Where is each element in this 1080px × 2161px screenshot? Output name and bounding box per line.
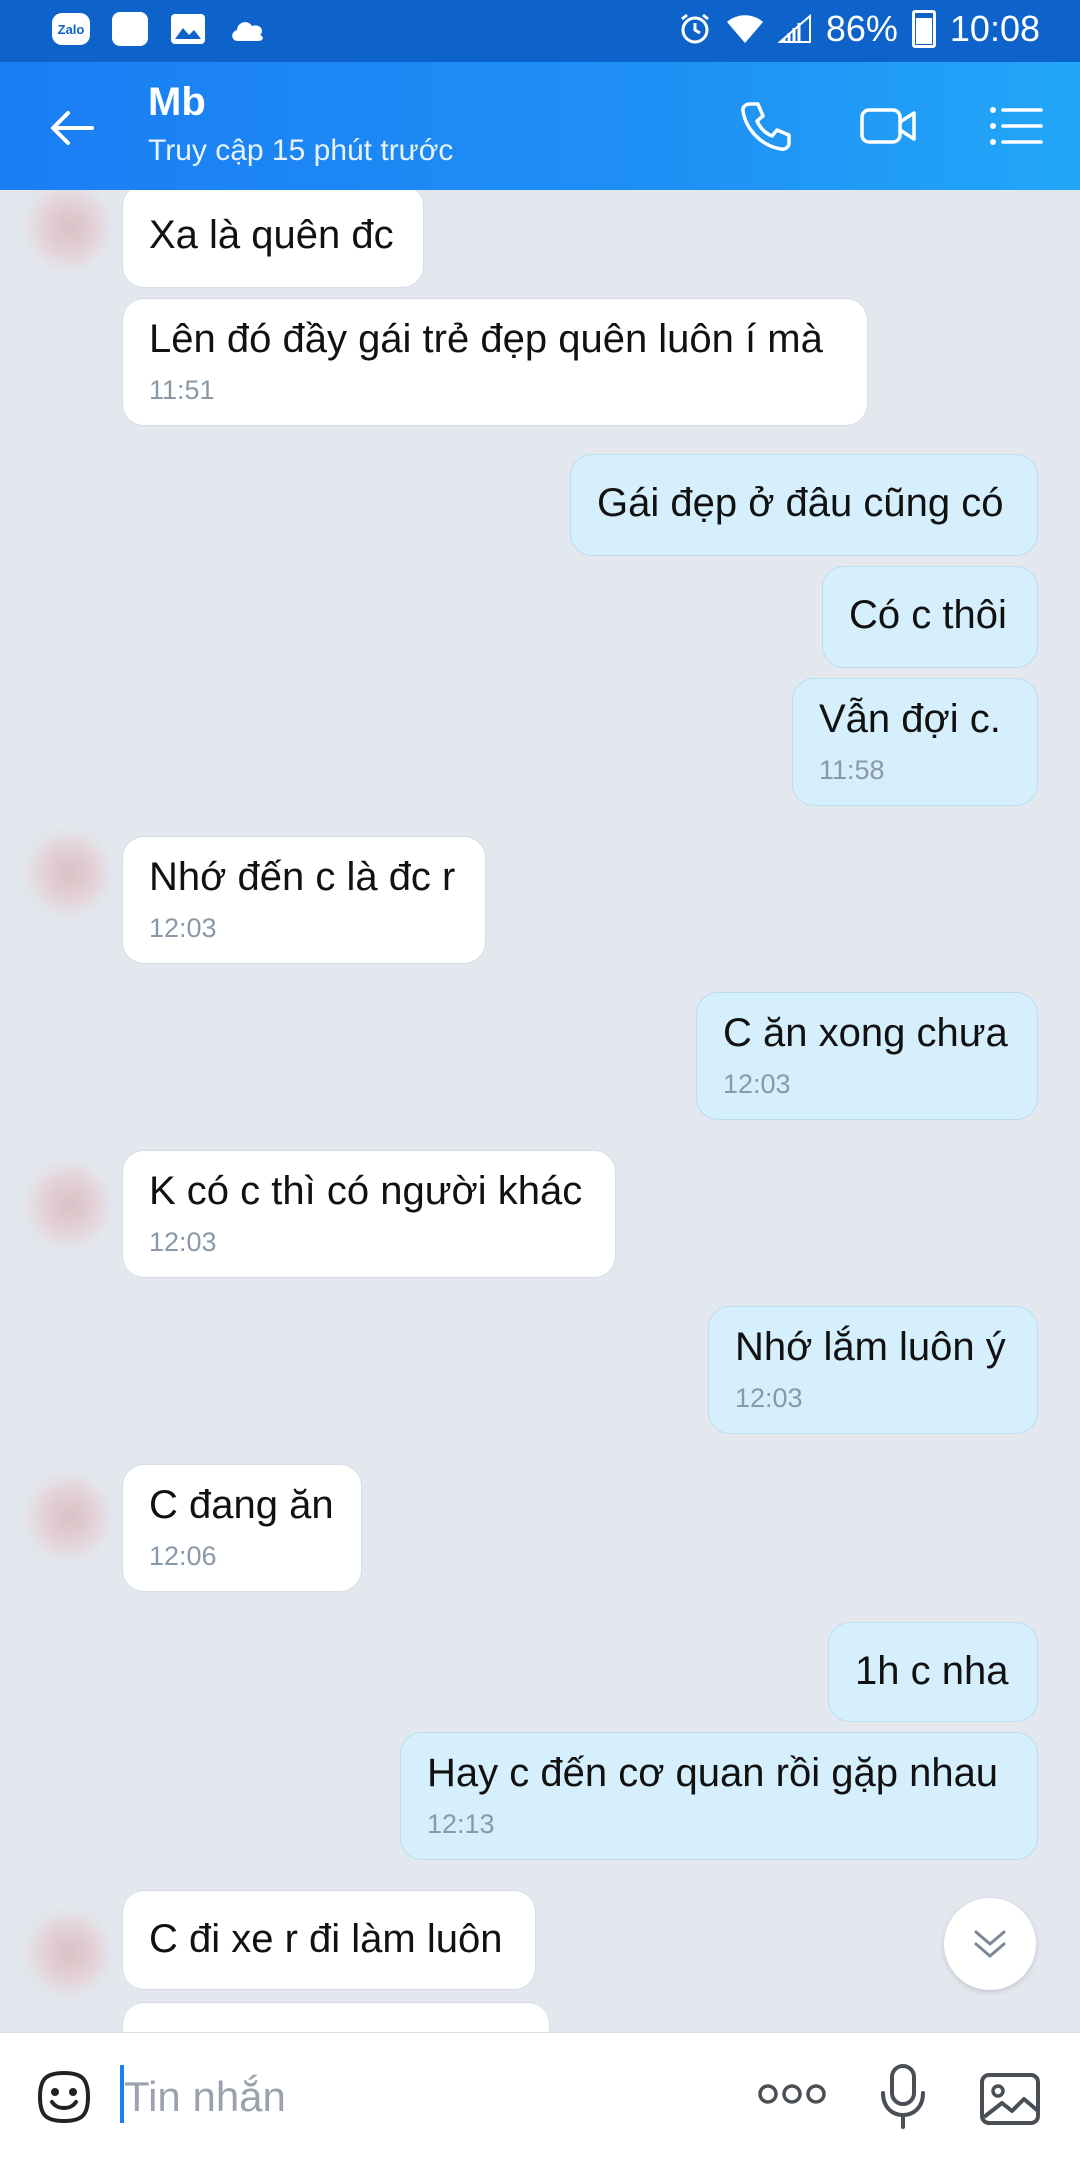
image-gallery-icon[interactable] bbox=[978, 2067, 1044, 2129]
message-bubble[interactable]: Gái đẹp ở đâu cũng có bbox=[570, 454, 1038, 556]
gallery-notification-icon bbox=[171, 14, 205, 44]
message-bubble[interactable]: Có c thôi bbox=[822, 566, 1038, 668]
message-input[interactable]: Tin nhắn bbox=[124, 2073, 286, 2121]
message-text: C đi xe r đi làm luôn bbox=[149, 1917, 503, 1961]
app-notification-icon bbox=[112, 12, 148, 46]
phone-icon[interactable] bbox=[736, 96, 796, 156]
message-bubble[interactable]: Vẫn đợi c. 11:58 bbox=[792, 678, 1038, 806]
message-text: Xa là quên đc bbox=[149, 213, 394, 257]
zalo-notification-icon: Zalo bbox=[52, 13, 90, 45]
arrow-left-icon[interactable] bbox=[46, 102, 98, 154]
message-time: 11:51 bbox=[149, 375, 215, 405]
chevron-double-down-icon bbox=[974, 1930, 1006, 1958]
message-bubble[interactable]: C đi xe r đi làm luôn bbox=[122, 1890, 536, 1990]
message-text: Nhớ đến c là đc r bbox=[149, 855, 456, 899]
contact-avatar[interactable] bbox=[22, 1910, 108, 1996]
message-bubble[interactable]: C ăn xong chưa 12:03 bbox=[696, 992, 1038, 1120]
message-bubble[interactable]: Nhớ lắm luôn ý 12:03 bbox=[708, 1306, 1038, 1434]
message-time: 12:13 bbox=[427, 1809, 495, 1839]
cloud-notification-icon bbox=[232, 22, 263, 41]
microphone-icon[interactable] bbox=[876, 2063, 930, 2131]
message-text: Nhớ lắm luôn ý bbox=[735, 1325, 1006, 1369]
contact-name[interactable]: Mb bbox=[148, 80, 206, 125]
contact-avatar[interactable] bbox=[22, 830, 108, 916]
message-text: 1h c nha bbox=[855, 1649, 1009, 1693]
message-time: 11:58 bbox=[819, 755, 885, 785]
message-bubble[interactable]: Xa là quên đc bbox=[122, 190, 424, 288]
message-text: Lên đó đầy gái trẻ đẹp quên luôn í mà bbox=[149, 317, 823, 361]
message-time: 12:03 bbox=[149, 1227, 217, 1257]
composer-bar: Tin nhắn bbox=[0, 2032, 1080, 2161]
message-bubble[interactable]: Lên đó đầy gái trẻ đẹp quên luôn í mà 11… bbox=[122, 298, 868, 426]
alarm-icon bbox=[680, 13, 709, 44]
status-bar: Zalo 86% 10:08 bbox=[0, 0, 1080, 62]
contact-avatar[interactable] bbox=[22, 190, 108, 270]
contact-avatar[interactable] bbox=[22, 1162, 108, 1248]
message-text: Có c thôi bbox=[849, 593, 1007, 637]
message-time: 12:03 bbox=[723, 1069, 791, 1099]
more-dots-icon[interactable] bbox=[756, 2079, 828, 2109]
message-bubble-partial[interactable] bbox=[122, 2002, 550, 2032]
battery-percentage: 86% bbox=[825, 8, 898, 49]
message-text: C đang ăn bbox=[149, 1483, 334, 1527]
message-text: K có c thì có người khác bbox=[149, 1169, 583, 1213]
contact-avatar[interactable] bbox=[22, 1474, 108, 1560]
message-bubble[interactable]: 1h c nha bbox=[828, 1622, 1038, 1722]
message-text: Hay c đến cơ quan rồi gặp nhau bbox=[427, 1751, 999, 1795]
message-text: Vẫn đợi c. bbox=[819, 697, 1001, 741]
message-time: 12:03 bbox=[735, 1383, 803, 1413]
video-camera-icon[interactable] bbox=[858, 96, 918, 156]
battery-icon bbox=[911, 10, 936, 48]
message-text: C ăn xong chưa bbox=[723, 1011, 1008, 1055]
scroll-to-bottom-button[interactable] bbox=[944, 1898, 1036, 1990]
message-bubble[interactable]: Hay c đến cơ quan rồi gặp nhau 12:13 bbox=[400, 1732, 1038, 1860]
wifi-icon bbox=[726, 15, 763, 43]
signal-icon bbox=[777, 14, 811, 43]
list-menu-icon[interactable] bbox=[986, 96, 1046, 156]
message-list[interactable]: Xa là quên đc Lên đó đầy gái trẻ đẹp quê… bbox=[0, 190, 1080, 2032]
chat-header: Mb Truy cập 15 phút trước bbox=[0, 62, 1080, 190]
message-text: Gái đẹp ở đâu cũng có bbox=[597, 481, 1004, 525]
clock: 10:08 bbox=[949, 8, 1040, 49]
message-time: 12:06 bbox=[149, 1541, 217, 1571]
message-bubble[interactable]: C đang ăn 12:06 bbox=[122, 1464, 362, 1592]
message-bubble[interactable]: Nhớ đến c là đc r 12:03 bbox=[122, 836, 486, 964]
message-time: 12:03 bbox=[149, 913, 217, 943]
message-bubble[interactable]: K có c thì có người khác 12:03 bbox=[122, 1150, 616, 1278]
sticker-smiley-icon[interactable] bbox=[32, 2065, 96, 2129]
last-seen-status: Truy cập 15 phút trước bbox=[148, 134, 454, 167]
